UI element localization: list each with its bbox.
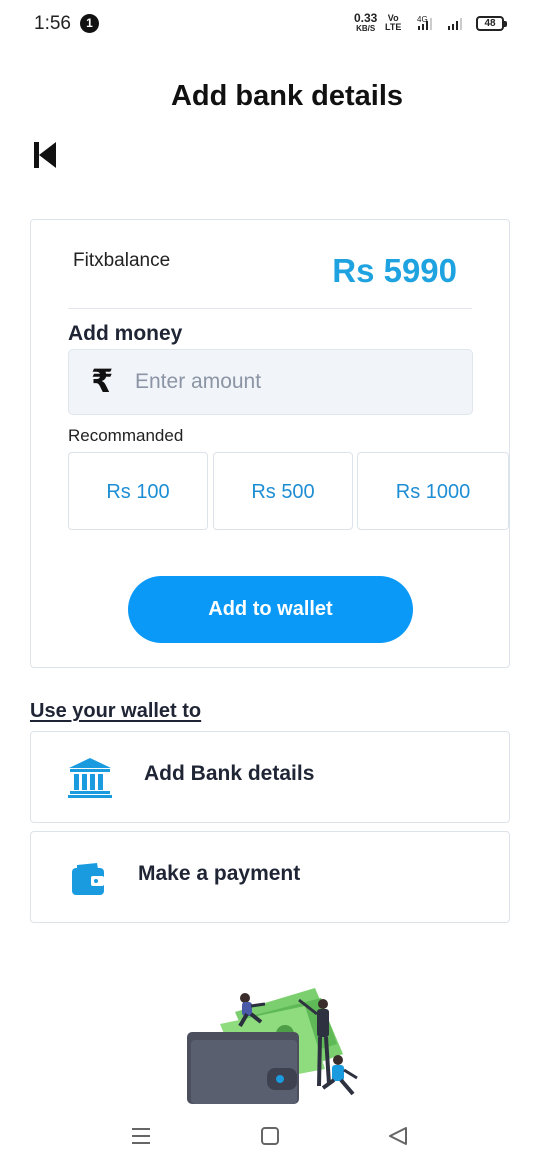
recommended-label: Recommanded <box>68 426 184 445</box>
home-square-icon[interactable] <box>259 1126 281 1146</box>
add-money-label: Add money <box>68 322 183 345</box>
card-divider <box>68 308 472 309</box>
balance-label: Fitxbalance <box>73 250 171 271</box>
notification-badge: 1 <box>80 14 99 33</box>
system-nav-bar <box>0 1104 540 1170</box>
signal-bars-icon <box>448 18 462 30</box>
menu-icon[interactable] <box>130 1126 152 1146</box>
balance-value: Rs 5990 <box>332 252 457 289</box>
make-payment-option[interactable]: Make a payment <box>30 831 510 923</box>
back-triangle-icon[interactable] <box>387 1126 409 1146</box>
add-bank-details-option[interactable]: Add Bank details <box>30 731 510 823</box>
use-wallet-heading: Use your wallet to <box>30 700 202 722</box>
volte-bottom: LTE <box>385 22 402 32</box>
page-title: Add bank details <box>170 80 404 112</box>
wallet-money-illustration <box>187 988 358 1104</box>
status-time: 1:56 <box>34 13 71 34</box>
network-speed: 0.33 KB/S <box>354 11 378 34</box>
skip-back-icon <box>34 142 56 168</box>
battery-indicator: 48 <box>476 16 507 31</box>
recommended-chip-500[interactable]: Rs 500 <box>213 452 353 530</box>
amount-input[interactable] <box>135 364 455 400</box>
wallet-card: Fitxbalance Rs 5990 Add money ₹ Recomman… <box>30 219 510 668</box>
recommended-chip-1000[interactable]: Rs 1000 <box>357 452 509 530</box>
status-bar: 1:56 1 0.33 KB/S Vo LTE 4G 48 <box>0 0 540 48</box>
make-payment-label: Make a payment <box>138 862 301 885</box>
rupee-icon: ₹ <box>91 363 114 399</box>
wallet-icon <box>72 863 104 895</box>
volte-indicator: Vo LTE <box>385 14 401 32</box>
bank-icon <box>68 758 112 798</box>
add-bank-details-label: Add Bank details <box>144 762 315 785</box>
network-speed-value: 0.33 <box>354 11 378 25</box>
back-button[interactable] <box>32 140 58 170</box>
network-speed-unit: KB/S <box>356 24 376 33</box>
amount-field[interactable]: ₹ <box>68 349 473 415</box>
signal-4g-icon: 4G <box>417 15 432 30</box>
add-to-wallet-button[interactable]: Add to wallet <box>128 576 413 643</box>
recommended-chip-100[interactable]: Rs 100 <box>68 452 208 530</box>
